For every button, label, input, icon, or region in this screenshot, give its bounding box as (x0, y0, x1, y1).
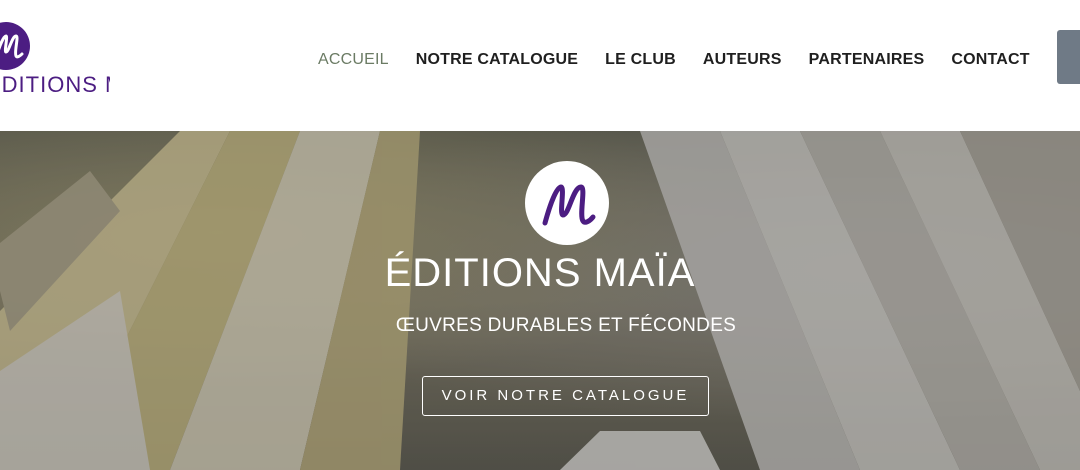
nav-item-auteurs[interactable]: AUTEURS (703, 51, 782, 69)
nav-item-partenaires[interactable]: PARTENAIRES (809, 51, 925, 69)
hero-banner: ÉDITIONS MAÏA ŒUVRES DURABLES ET FÉCONDE… (0, 131, 1080, 470)
catalogue-cta-button[interactable]: VOIR NOTRE CATALOGUE (422, 376, 709, 416)
nav-item-accueil[interactable]: ACCUEIL (318, 51, 389, 69)
hero-subtitle: ŒUVRES DURABLES ET FÉCONDES (395, 315, 737, 336)
site-header: ÉDITIONS MAÏA ACCUEIL NOTRE CATALOGUE LE… (0, 0, 1080, 131)
nav-item-club[interactable]: LE CLUB (605, 51, 676, 69)
logo-text: ÉDITIONS MAÏA (0, 72, 110, 97)
logo-m-icon (0, 22, 30, 70)
hero-logo-icon (525, 161, 609, 245)
main-nav: ACCUEIL NOTRE CATALOGUE LE CLUB AUTEURS … (318, 51, 1030, 69)
header-action-button[interactable] (1057, 30, 1080, 84)
nav-item-catalogue[interactable]: NOTRE CATALOGUE (416, 51, 578, 69)
nav-item-contact[interactable]: CONTACT (951, 51, 1029, 69)
site-logo[interactable]: ÉDITIONS MAÏA (0, 0, 110, 131)
hero-title: ÉDITIONS MAÏA (384, 251, 696, 295)
